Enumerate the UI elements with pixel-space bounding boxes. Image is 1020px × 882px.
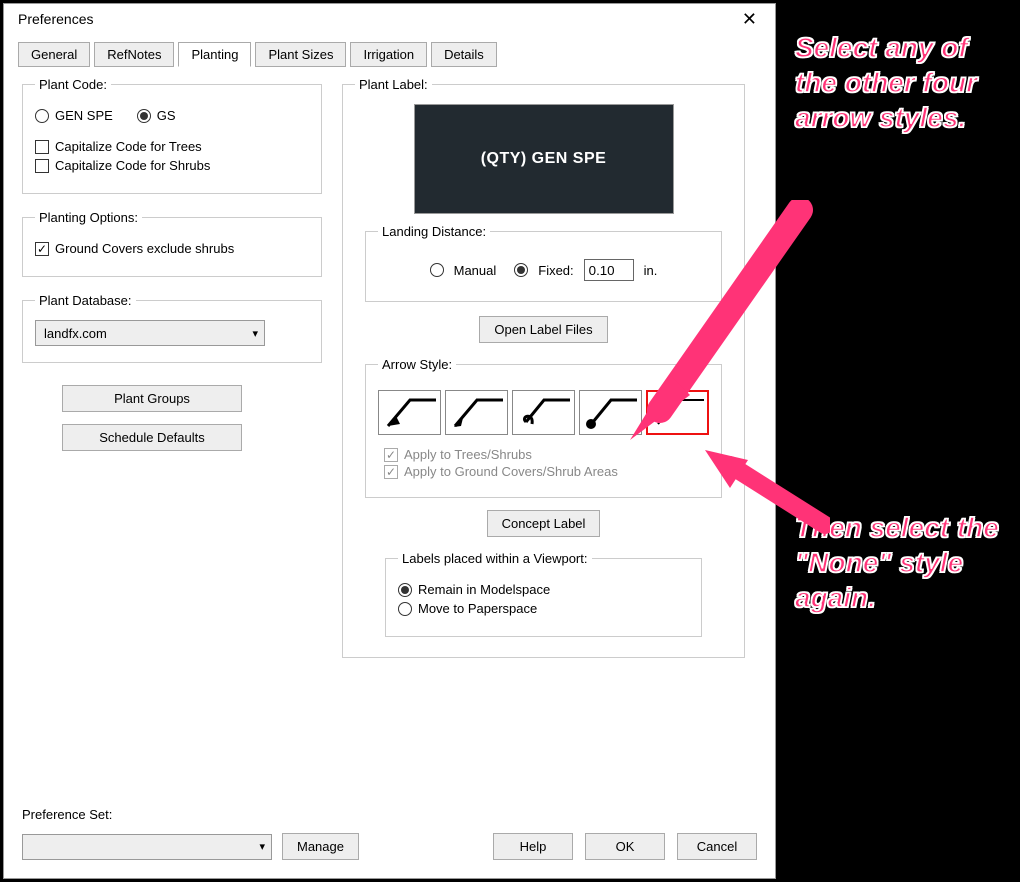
checkbox-icon	[35, 242, 49, 256]
radio-manual[interactable]: Manual	[430, 263, 497, 278]
checkbox-icon	[384, 465, 398, 479]
arrow-style-none[interactable]	[646, 390, 709, 435]
chevron-down-icon: ▾	[259, 840, 265, 853]
check-cap-trees[interactable]: Capitalize Code for Trees	[35, 139, 309, 154]
right-column: Plant Label: (QTY) GEN SPE Landing Dista…	[342, 77, 742, 674]
help-button[interactable]: Help	[493, 833, 573, 860]
arrow-style-3[interactable]	[512, 390, 575, 435]
checkbox-icon	[35, 159, 49, 173]
ok-button[interactable]: OK	[585, 833, 665, 860]
tab-details[interactable]: Details	[431, 42, 497, 67]
plant-label-preview: (QTY) GEN SPE	[414, 104, 674, 214]
arrow-style-tiles	[378, 390, 709, 435]
dialog-body: Plant Code: GEN SPE GS Capitalize Code f…	[4, 67, 775, 674]
radio-gs[interactable]: GS	[137, 108, 176, 123]
titlebar: Preferences ✕	[4, 4, 775, 38]
plant-database-legend: Plant Database:	[35, 293, 136, 308]
radio-icon	[137, 109, 151, 123]
manage-button[interactable]: Manage	[282, 833, 359, 860]
preferences-dialog: Preferences ✕ General RefNotes Planting …	[3, 3, 776, 879]
planting-options-legend: Planting Options:	[35, 210, 142, 225]
radio-move-paperspace[interactable]: Move to Paperspace	[398, 601, 689, 616]
concept-label-button[interactable]: Concept Label	[487, 510, 601, 537]
radio-icon	[398, 602, 412, 616]
fixed-unit-label: in.	[644, 263, 658, 278]
tab-planting[interactable]: Planting	[178, 42, 251, 67]
left-column: Plant Code: GEN SPE GS Capitalize Code f…	[22, 77, 322, 674]
plant-label-legend: Plant Label:	[355, 77, 432, 92]
preference-set-combo[interactable]: ▾	[22, 834, 272, 860]
tab-irrigation[interactable]: Irrigation	[350, 42, 427, 67]
planting-options-group: Planting Options: Ground Covers exclude …	[22, 210, 322, 277]
viewport-legend: Labels placed within a Viewport:	[398, 551, 592, 566]
radio-gen-spe[interactable]: GEN SPE	[35, 108, 113, 123]
check-apply-trees-label: Apply to Trees/Shrubs	[404, 447, 532, 462]
check-cap-shrubs[interactable]: Capitalize Code for Shrubs	[35, 158, 309, 173]
radio-icon	[430, 263, 444, 277]
fixed-value-input[interactable]	[584, 259, 634, 281]
check-gc-exclude[interactable]: Ground Covers exclude shrubs	[35, 241, 309, 256]
schedule-defaults-button[interactable]: Schedule Defaults	[62, 424, 242, 451]
arrow-style-legend: Arrow Style:	[378, 357, 456, 372]
tab-general[interactable]: General	[18, 42, 90, 67]
radio-icon	[514, 263, 528, 277]
viewport-group: Labels placed within a Viewport: Remain …	[385, 551, 702, 637]
checkbox-icon	[35, 140, 49, 154]
radio-icon	[398, 583, 412, 597]
tab-refnotes[interactable]: RefNotes	[94, 42, 174, 67]
arrow-style-2[interactable]	[445, 390, 508, 435]
plant-database-value: landfx.com	[44, 326, 107, 341]
radio-move-label: Move to Paperspace	[418, 601, 537, 616]
radio-remain-modelspace[interactable]: Remain in Modelspace	[398, 582, 689, 597]
bottom-row: ▾ Manage Help OK Cancel	[22, 833, 757, 860]
check-apply-trees: Apply to Trees/Shrubs	[384, 447, 709, 462]
plant-database-group: Plant Database: landfx.com ▾	[22, 293, 322, 363]
radio-gen-spe-label: GEN SPE	[55, 108, 113, 123]
plant-label-group: Plant Label: (QTY) GEN SPE Landing Dista…	[342, 77, 745, 658]
annotation-bottom: Then select the "None" style again.	[795, 510, 1005, 615]
plant-code-group: Plant Code: GEN SPE GS Capitalize Code f…	[22, 77, 322, 194]
radio-gs-label: GS	[157, 108, 176, 123]
plant-database-combo[interactable]: landfx.com ▾	[35, 320, 265, 346]
plant-label-preview-text: (QTY) GEN SPE	[481, 150, 607, 168]
check-gc-exclude-label: Ground Covers exclude shrubs	[55, 241, 234, 256]
plant-groups-button[interactable]: Plant Groups	[62, 385, 242, 412]
arrow-style-1[interactable]	[378, 390, 441, 435]
check-apply-gc-label: Apply to Ground Covers/Shrub Areas	[404, 464, 618, 479]
check-apply-gc: Apply to Ground Covers/Shrub Areas	[384, 464, 709, 479]
landing-distance-legend: Landing Distance:	[378, 224, 490, 239]
tabs: General RefNotes Planting Plant Sizes Ir…	[4, 38, 775, 67]
window-title: Preferences	[18, 11, 93, 27]
plant-code-legend: Plant Code:	[35, 77, 111, 92]
tab-plant-sizes[interactable]: Plant Sizes	[255, 42, 346, 67]
close-icon[interactable]: ✕	[734, 10, 765, 28]
chevron-down-icon: ▾	[252, 327, 258, 340]
arrow-style-group: Arrow Style:	[365, 357, 722, 498]
landing-distance-group: Landing Distance: Manual Fixed: in.	[365, 224, 722, 302]
arrow-style-4[interactable]	[579, 390, 642, 435]
check-cap-shrubs-label: Capitalize Code for Shrubs	[55, 158, 210, 173]
radio-fixed[interactable]: Fixed: in.	[514, 259, 657, 281]
annotation-top: Select any of the other four arrow style…	[795, 30, 1005, 135]
checkbox-icon	[384, 448, 398, 462]
preference-set-label: Preference Set:	[22, 807, 112, 822]
radio-fixed-label: Fixed:	[538, 263, 573, 278]
check-cap-trees-label: Capitalize Code for Trees	[55, 139, 202, 154]
radio-manual-label: Manual	[454, 263, 497, 278]
open-label-files-button[interactable]: Open Label Files	[479, 316, 607, 343]
radio-icon	[35, 109, 49, 123]
cancel-button[interactable]: Cancel	[677, 833, 757, 860]
radio-remain-label: Remain in Modelspace	[418, 582, 550, 597]
